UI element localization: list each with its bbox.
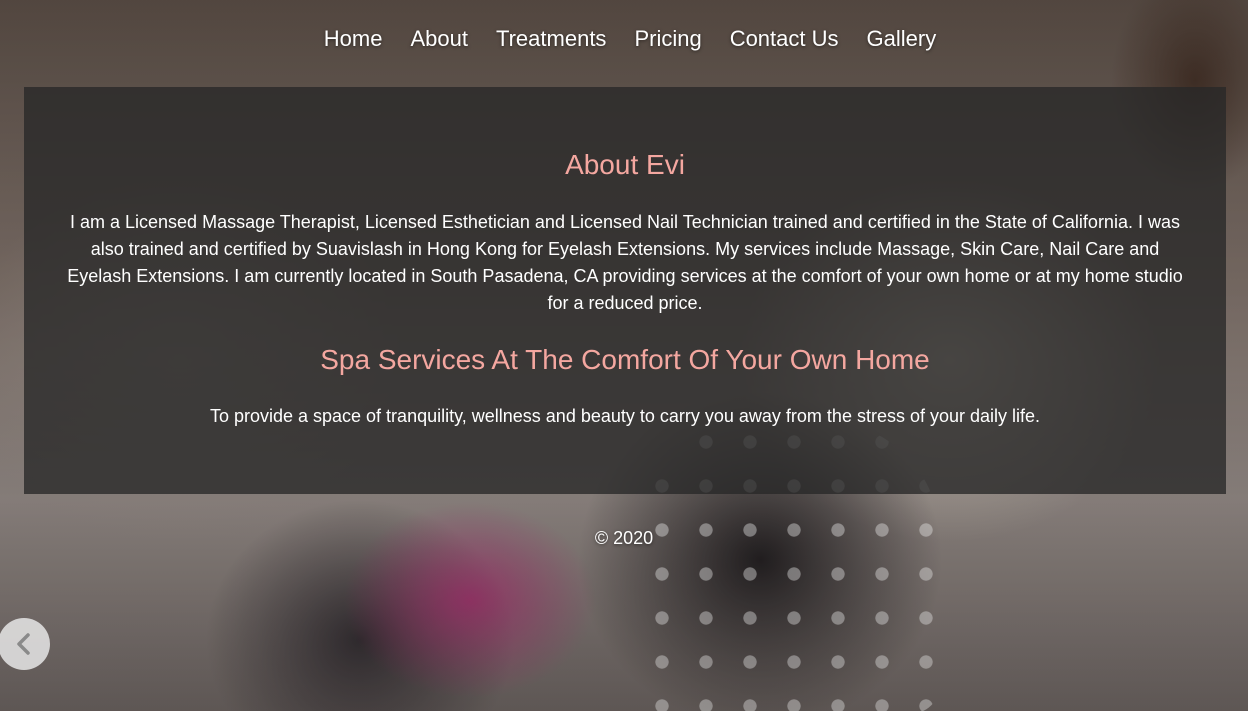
nav-item-contact-us[interactable]: Contact Us	[730, 22, 839, 56]
main-nav: Home About Treatments Pricing Contact Us…	[0, 22, 1248, 56]
mission-statement: To provide a space of tranquility, welln…	[209, 406, 1041, 426]
services-subtitle: Spa Services At The Comfort Of Your Own …	[320, 344, 930, 375]
nav-item-home[interactable]: Home	[324, 22, 383, 56]
nav-item-about[interactable]: About	[410, 22, 468, 56]
chevron-left-icon	[14, 632, 34, 656]
about-title: About Evi	[565, 149, 685, 180]
nav-item-treatments[interactable]: Treatments	[496, 22, 606, 56]
nav-item-pricing[interactable]: Pricing	[634, 22, 701, 56]
about-bio: I am a Licensed Massage Therapist, Licen…	[67, 212, 1183, 313]
nav-item-gallery[interactable]: Gallery	[867, 22, 937, 56]
footer-copyright: © 2020	[594, 528, 654, 548]
slider-prev-button[interactable]	[0, 618, 50, 670]
about-panel: About Evi I am a Licensed Massage Therap…	[24, 87, 1226, 494]
